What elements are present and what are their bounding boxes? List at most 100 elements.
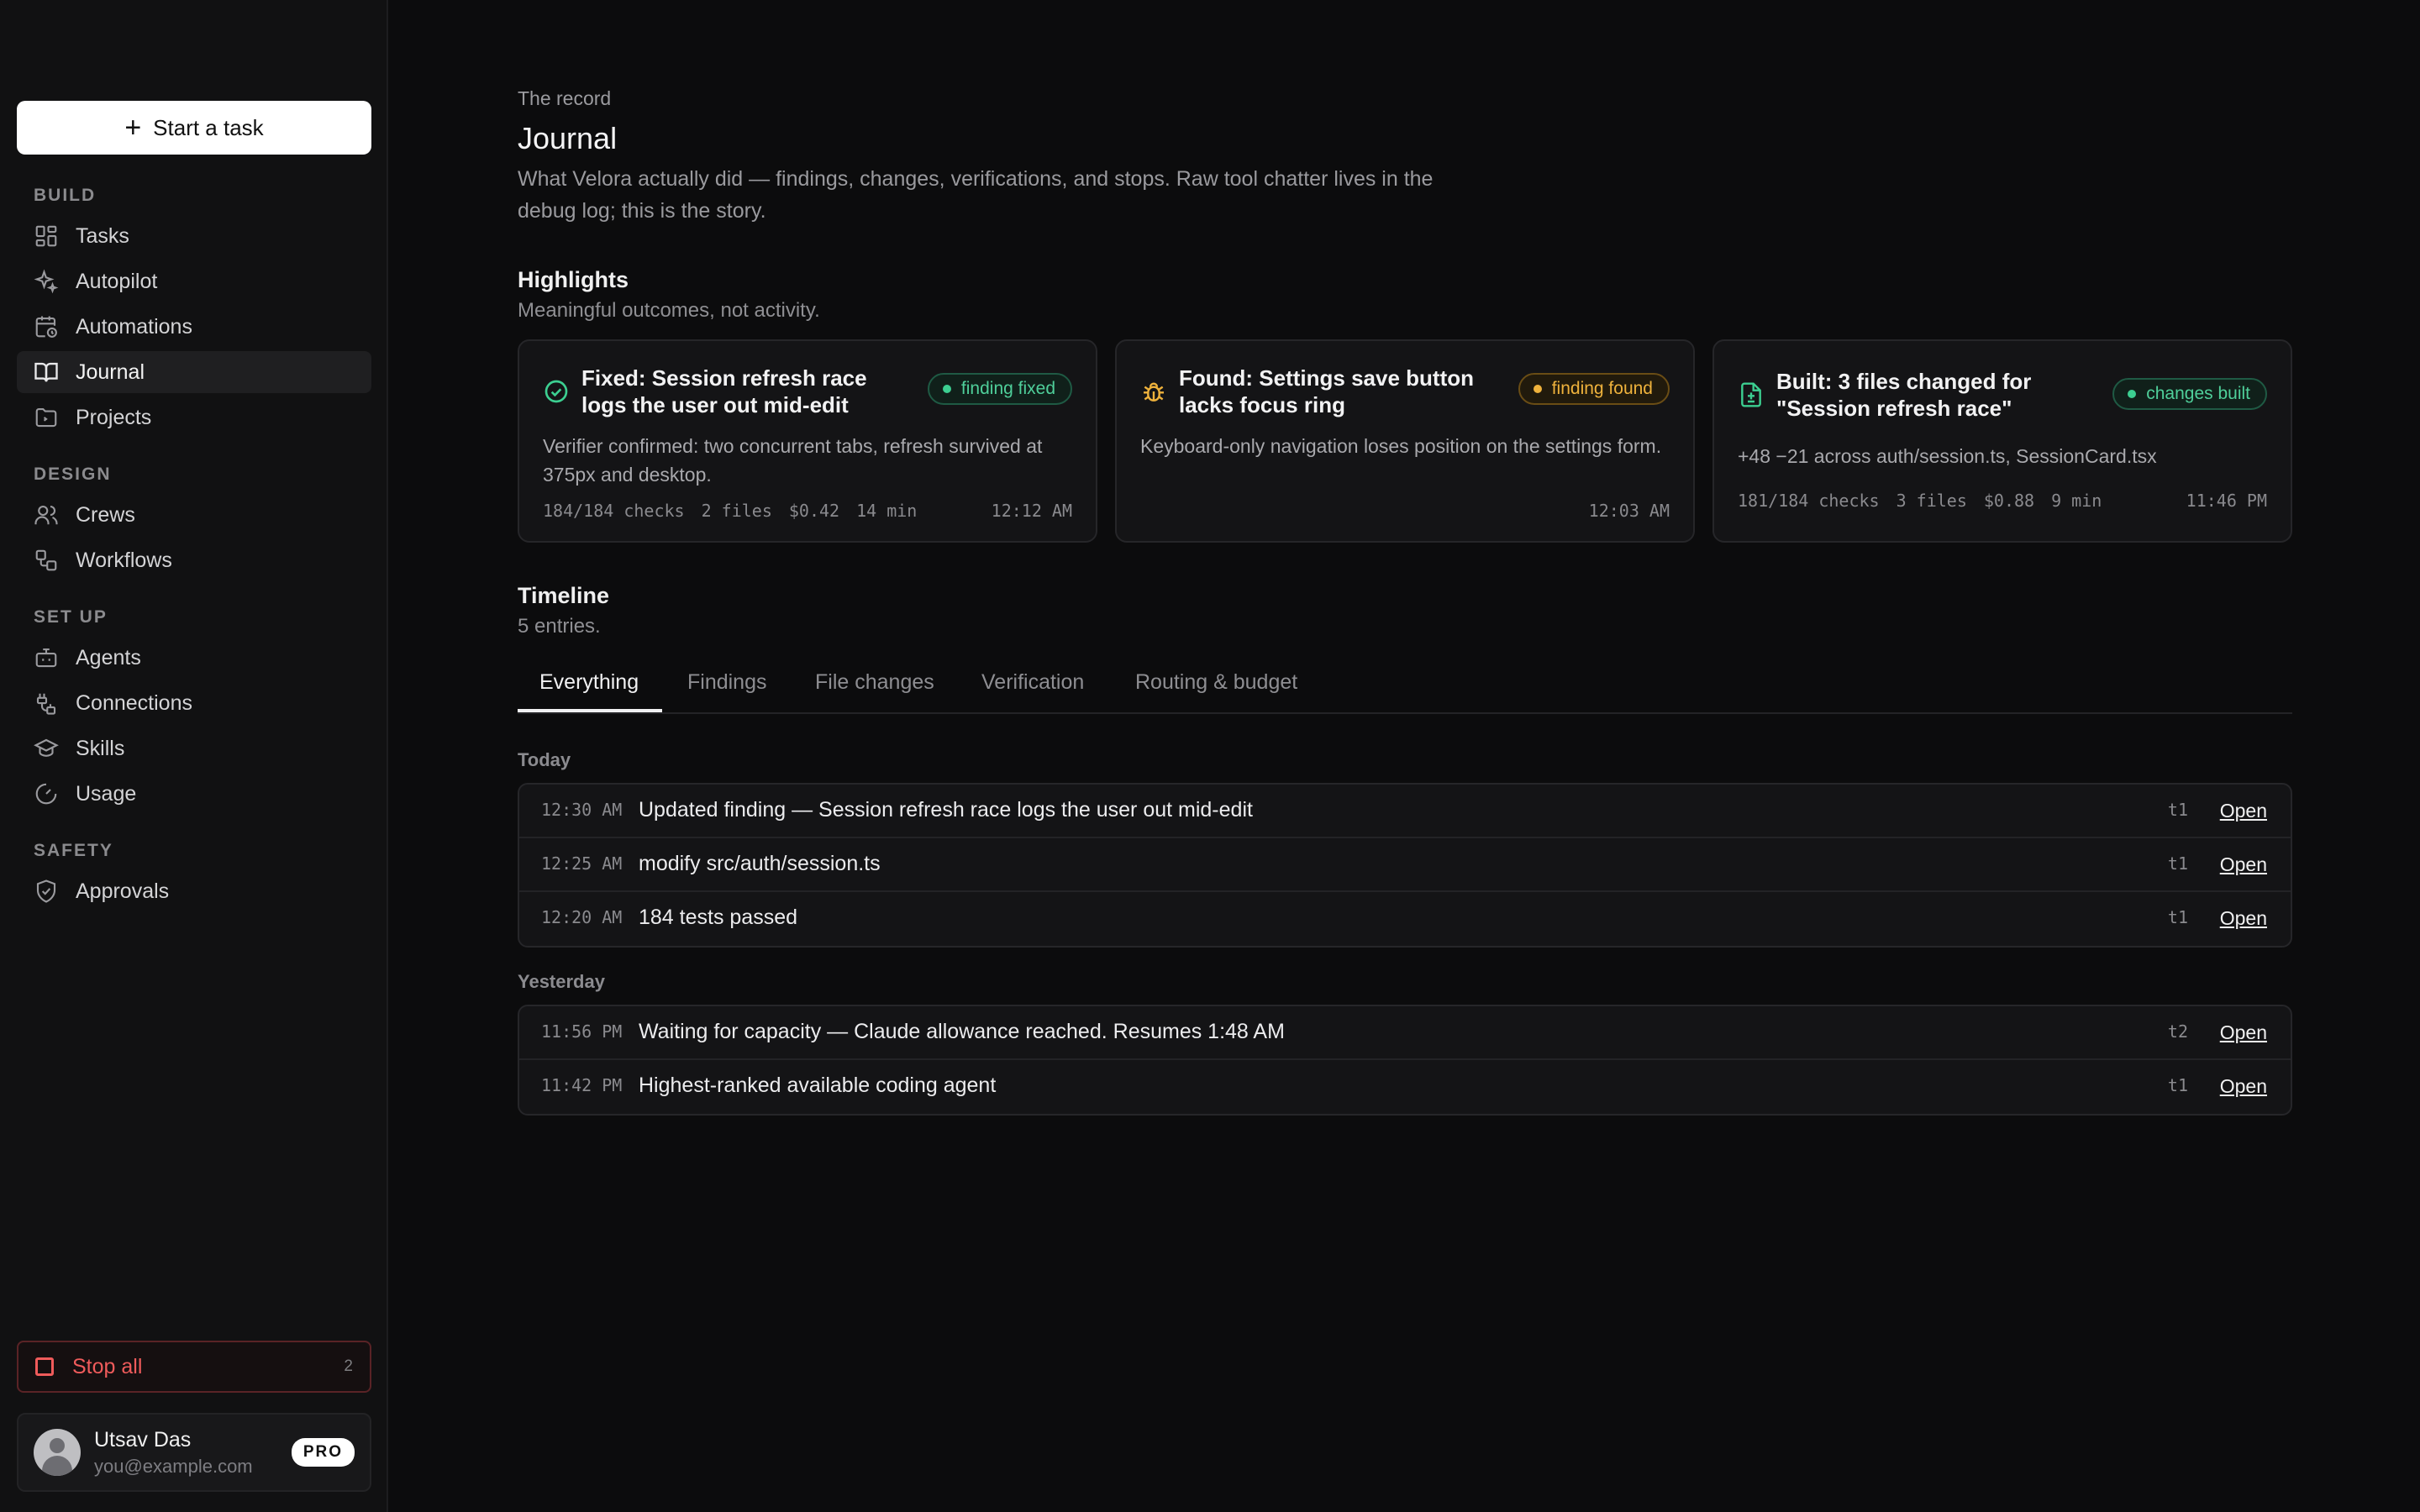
users-icon [34,502,59,528]
entry-text: 184 tests passed [639,906,798,929]
sidebar-item-automations[interactable]: Automations [17,306,371,348]
file-diff-icon [1738,381,1765,408]
status-badge: finding found [1518,373,1670,405]
plus-icon: + [124,112,142,144]
section-build: BUILD [34,186,97,205]
table-row: 11:56 PM Waiting for capacity — Claude a… [519,1006,2291,1060]
checks-count: 184/184 checks [543,501,685,521]
timeline-title: Timeline [518,583,610,608]
table-row: 12:25 AM modify src/auth/session.ts t1 O… [519,838,2291,892]
user-card[interactable]: Utsav Das you@example.com PRO [17,1413,371,1492]
check-circle-icon [543,378,570,405]
entry-tag: t1 [2167,907,2188,927]
sidebar-item-label: Autopilot [76,269,158,293]
sidebar-item-tasks[interactable]: Tasks [17,215,371,257]
entry-time: 11:56 PM [541,1021,623,1042]
page-eyebrow: The record [518,87,612,109]
entry-time: 12:25 AM [541,853,623,874]
sidebar-item-journal[interactable]: Journal [17,351,371,393]
cost: $0.42 [788,501,840,521]
entry-text: modify src/auth/session.ts [639,852,881,875]
sidebar-item-usage[interactable]: Usage [17,773,371,815]
card-body: Verifier confirmed: two concurrent tabs,… [543,435,1043,486]
tab-findings[interactable]: Findings [687,670,767,695]
table-row: 12:30 AM Updated finding — Session refre… [519,785,2291,838]
cost: $0.88 [1983,491,2035,511]
stop-icon [35,1357,54,1376]
sidebar-item-connections[interactable]: Connections [17,682,371,724]
open-link[interactable]: Open [2220,800,2267,822]
files-count: 2 files [701,501,772,521]
sidebar-item-label: Connections [76,690,192,715]
sidebar-item-label: Usage [76,781,137,806]
tab-routing-budget[interactable]: Routing & budget [1135,670,1297,695]
timeline-list-yesterday: 11:56 PM Waiting for capacity — Claude a… [518,1005,2292,1116]
highlight-card-fixed[interactable]: Fixed: Session refresh race logs the use… [518,339,1097,543]
group-label-today: Today [518,749,571,770]
bot-icon [34,645,59,670]
open-link[interactable]: Open [2220,907,2267,930]
page-title: Journal [518,121,618,155]
sparkle-icon [34,269,59,294]
plug-icon [34,690,59,716]
files-count: 3 files [1896,491,1967,511]
bug-icon [1140,378,1167,405]
section-setup: SET UP [34,607,108,627]
tab-verification[interactable]: Verification [981,670,1084,695]
sidebar-item-label: Tasks [76,223,129,248]
timeline-count: 5 entries. [518,615,601,638]
page-description: What Velora actually did — findings, cha… [518,167,1434,223]
card-title: Fixed: Session refresh race logs the use… [581,365,867,417]
stop-all-button[interactable]: Stop all 2 [17,1341,371,1393]
badge-label: finding found [1551,379,1653,398]
entry-text: Highest-ranked available coding agent [639,1074,997,1097]
open-link[interactable]: Open [2220,853,2267,876]
user-name: Utsav Das [94,1427,192,1452]
open-link[interactable]: Open [2220,1075,2267,1098]
entry-tag: t1 [2167,853,2188,874]
sidebar-item-workflows[interactable]: Workflows [17,539,371,581]
avatar [34,1429,81,1476]
sidebar-item-autopilot[interactable]: Autopilot [17,260,371,302]
open-link[interactable]: Open [2220,1021,2267,1044]
timeline-tabs: Everything Findings File changes Verific… [518,652,2292,714]
status-badge: changes built [2112,378,2267,410]
sidebar-item-skills[interactable]: Skills [17,727,371,769]
group-label-yesterday: Yesterday [518,971,605,992]
card-body: +48 −21 across auth/session.ts, SessionC… [1738,445,2157,467]
card-time: 12:12 AM [991,501,1072,521]
sidebar-item-agents[interactable]: Agents [17,637,371,679]
timeline-list-today: 12:30 AM Updated finding — Session refre… [518,783,2292,948]
sidebar-item-projects[interactable]: Projects [17,396,371,438]
sidebar-item-label: Agents [76,645,141,669]
card-title: Found: Settings save button lacks focus … [1179,365,1474,417]
highlight-card-found[interactable]: Found: Settings save button lacks focus … [1115,339,1695,543]
tab-everything[interactable]: Everything [539,670,639,695]
entry-tag: t1 [2167,1075,2188,1095]
section-design: DESIGN [34,465,112,484]
folder-icon [34,405,59,430]
sidebar-item-label: Projects [76,405,152,429]
card-time: 12:03 AM [1588,501,1670,521]
start-task-button[interactable]: + Start a task [17,101,371,155]
section-safety: SAFETY [34,841,113,860]
highlights-title: Highlights [518,267,629,292]
shield-check-icon [34,879,59,904]
calendar-clock-icon [34,314,59,339]
entry-tag: t1 [2167,800,2188,820]
status-badge: finding fixed [927,373,1072,405]
tab-file-changes[interactable]: File changes [815,670,934,695]
highlight-card-built[interactable]: Built: 3 files changed for "Session refr… [1712,339,2292,543]
entry-time: 12:20 AM [541,907,623,927]
sidebar-item-crews[interactable]: Crews [17,494,371,536]
workflow-icon [34,548,59,573]
entry-text: Updated finding — Session refresh race l… [639,798,1253,822]
sidebar-item-label: Approvals [76,879,170,903]
card-time: 11:46 PM [2186,491,2267,511]
sidebar-item-approvals[interactable]: Approvals [17,870,371,912]
sidebar-item-label: Journal [76,360,145,384]
highlights-subtitle: Meaningful outcomes, not activity. [518,299,820,322]
gauge-icon [34,781,59,806]
stop-all-count: 2 [344,1357,353,1375]
sidebar: + Start a task BUILD Tasks Autopilot Aut… [0,0,388,1512]
